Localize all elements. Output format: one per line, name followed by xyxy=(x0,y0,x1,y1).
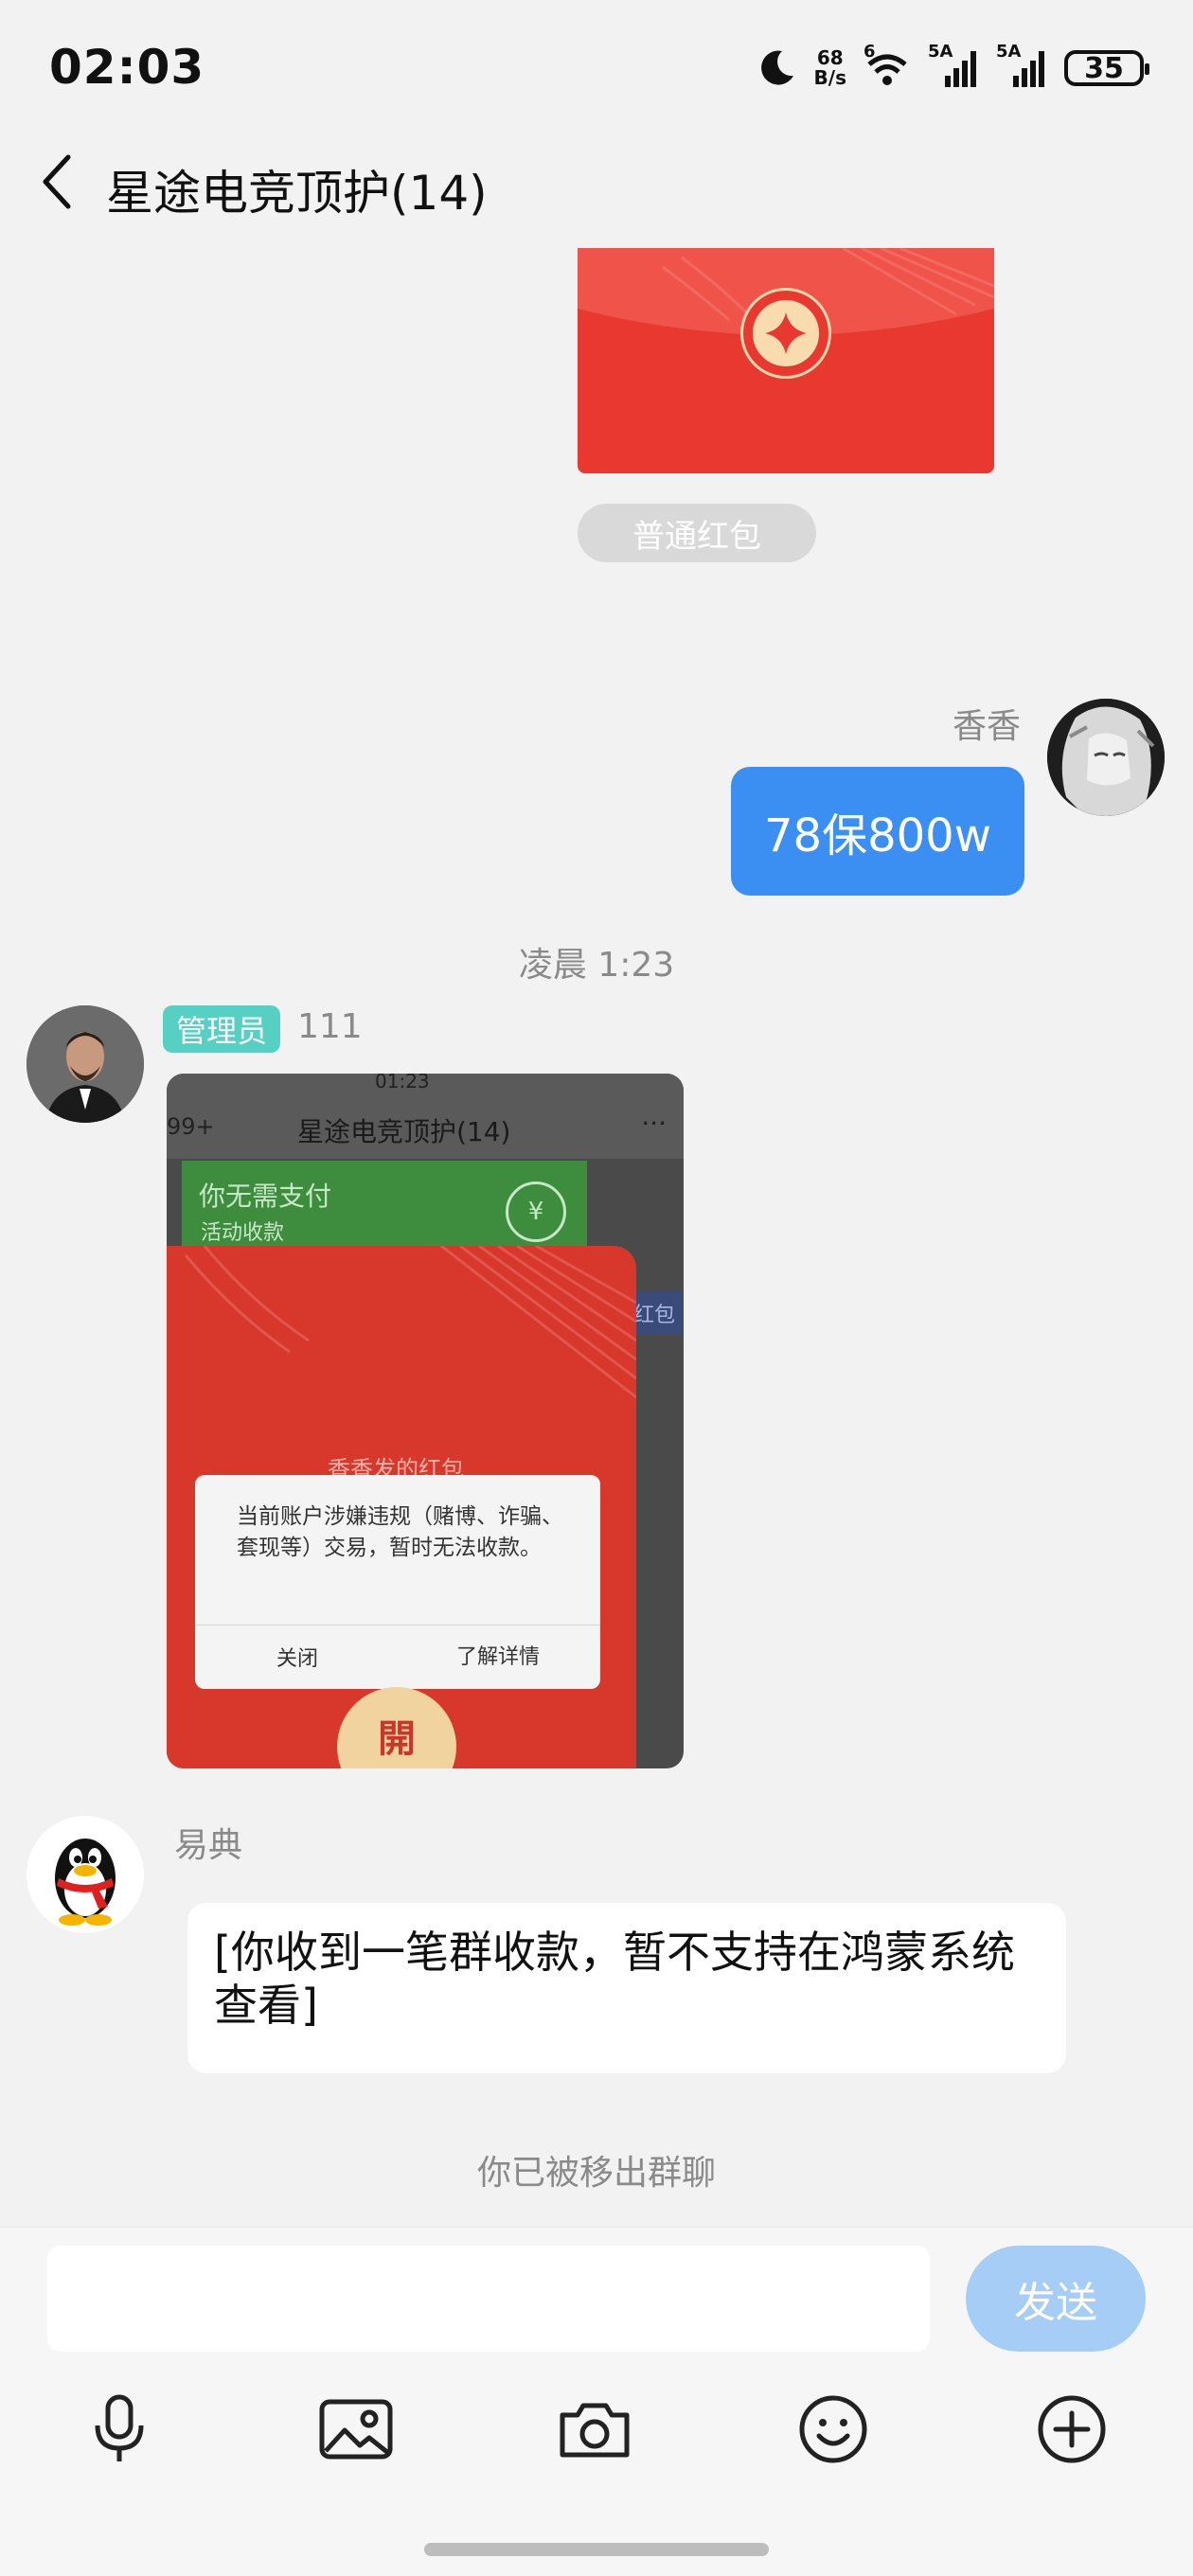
dialog-learn-more: 了解详情 xyxy=(456,1645,541,1669)
camera-icon xyxy=(560,2403,630,2458)
emoji-icon xyxy=(799,2395,867,2463)
more-button[interactable] xyxy=(1032,2389,1112,2469)
back-button[interactable] xyxy=(36,151,83,212)
image-icon xyxy=(319,2399,393,2460)
red-packet-label: 普通红包 xyxy=(578,504,816,562)
home-indicator[interactable] xyxy=(424,2543,769,2556)
emoji-button[interactable] xyxy=(793,2389,873,2469)
send-button[interactable]: 发送 xyxy=(966,2246,1146,2352)
timestamp: 凌晨 1:23 xyxy=(518,946,675,985)
microphone-icon xyxy=(95,2394,144,2461)
dialog-text: 当前账户涉嫌违规（赌博、诈骗、套现等）交易，暂时无法收款。 xyxy=(237,1504,563,1560)
message-bubble[interactable]: 78保800w xyxy=(731,767,1024,896)
net-speed: 68 B/s xyxy=(813,46,846,89)
status-time: 02:03 xyxy=(49,40,205,95)
chevron-left-icon xyxy=(43,154,71,209)
system-notice: 你已被移出群聊 xyxy=(476,2154,716,2193)
wifi-icon: 6 xyxy=(864,42,911,89)
penguin-icon xyxy=(27,1816,144,1933)
screenshot-unread-badge: 99+ xyxy=(167,1113,215,1140)
admin-badge: 管理员 xyxy=(163,1005,281,1053)
avatar-xiangxiang[interactable] xyxy=(1047,699,1165,816)
dialog-divider xyxy=(195,1625,600,1626)
screenshot-dialog: 当前账户涉嫌违规（赌博、诈骗、套现等）交易，暂时无法收款。 关闭 了解详情 xyxy=(195,1475,600,1689)
sender-name: 111 xyxy=(297,1007,363,1046)
avatar-admin[interactable] xyxy=(27,1005,144,1123)
image-button[interactable] xyxy=(316,2389,396,2469)
screenshot-title: 星途电竞顶护(14) xyxy=(297,1116,511,1147)
message-bubble[interactable]: [你收到一笔群收款，暂不支持在鸿蒙系统查看] xyxy=(187,1903,1066,2073)
plus-circle-icon xyxy=(1038,2395,1106,2463)
moon-icon xyxy=(760,50,793,85)
screenshot-status-time: 01:23 xyxy=(375,1074,430,1093)
screenshot-more-icon: ··· xyxy=(641,1108,667,1139)
screenshot-payment-title: 你无需支付 xyxy=(199,1181,332,1212)
sender-name: 易典 xyxy=(174,1826,243,1865)
status-icons: 68 B/s 6 5A 5A 35 xyxy=(756,42,1149,93)
battery-icon: 35 xyxy=(1064,50,1149,86)
red-packet-coin-icon xyxy=(740,288,831,379)
voice-button[interactable] xyxy=(80,2389,159,2469)
sender-name: 香香 xyxy=(953,707,1022,746)
yuan-icon: ¥ xyxy=(506,1181,566,1242)
signal-icon-2: 5A xyxy=(996,42,1047,89)
dialog-close: 关闭 xyxy=(276,1647,319,1671)
red-packet-card[interactable] xyxy=(578,248,994,473)
screenshot-payment-sub: 活动收款 xyxy=(201,1221,285,1245)
signal-icon-1: 5A xyxy=(928,42,979,89)
camera-button[interactable] xyxy=(555,2389,634,2469)
avatar-yidian[interactable] xyxy=(27,1816,144,1933)
chat-title: 星途电竞顶护(14) xyxy=(106,166,488,221)
screenshot-image-message[interactable]: 01:23 99+ 星途电竞顶护(14) ··· 你无需支付 活动收款 ¥ 红包… xyxy=(167,1074,684,1768)
message-input[interactable] xyxy=(47,2246,930,2352)
